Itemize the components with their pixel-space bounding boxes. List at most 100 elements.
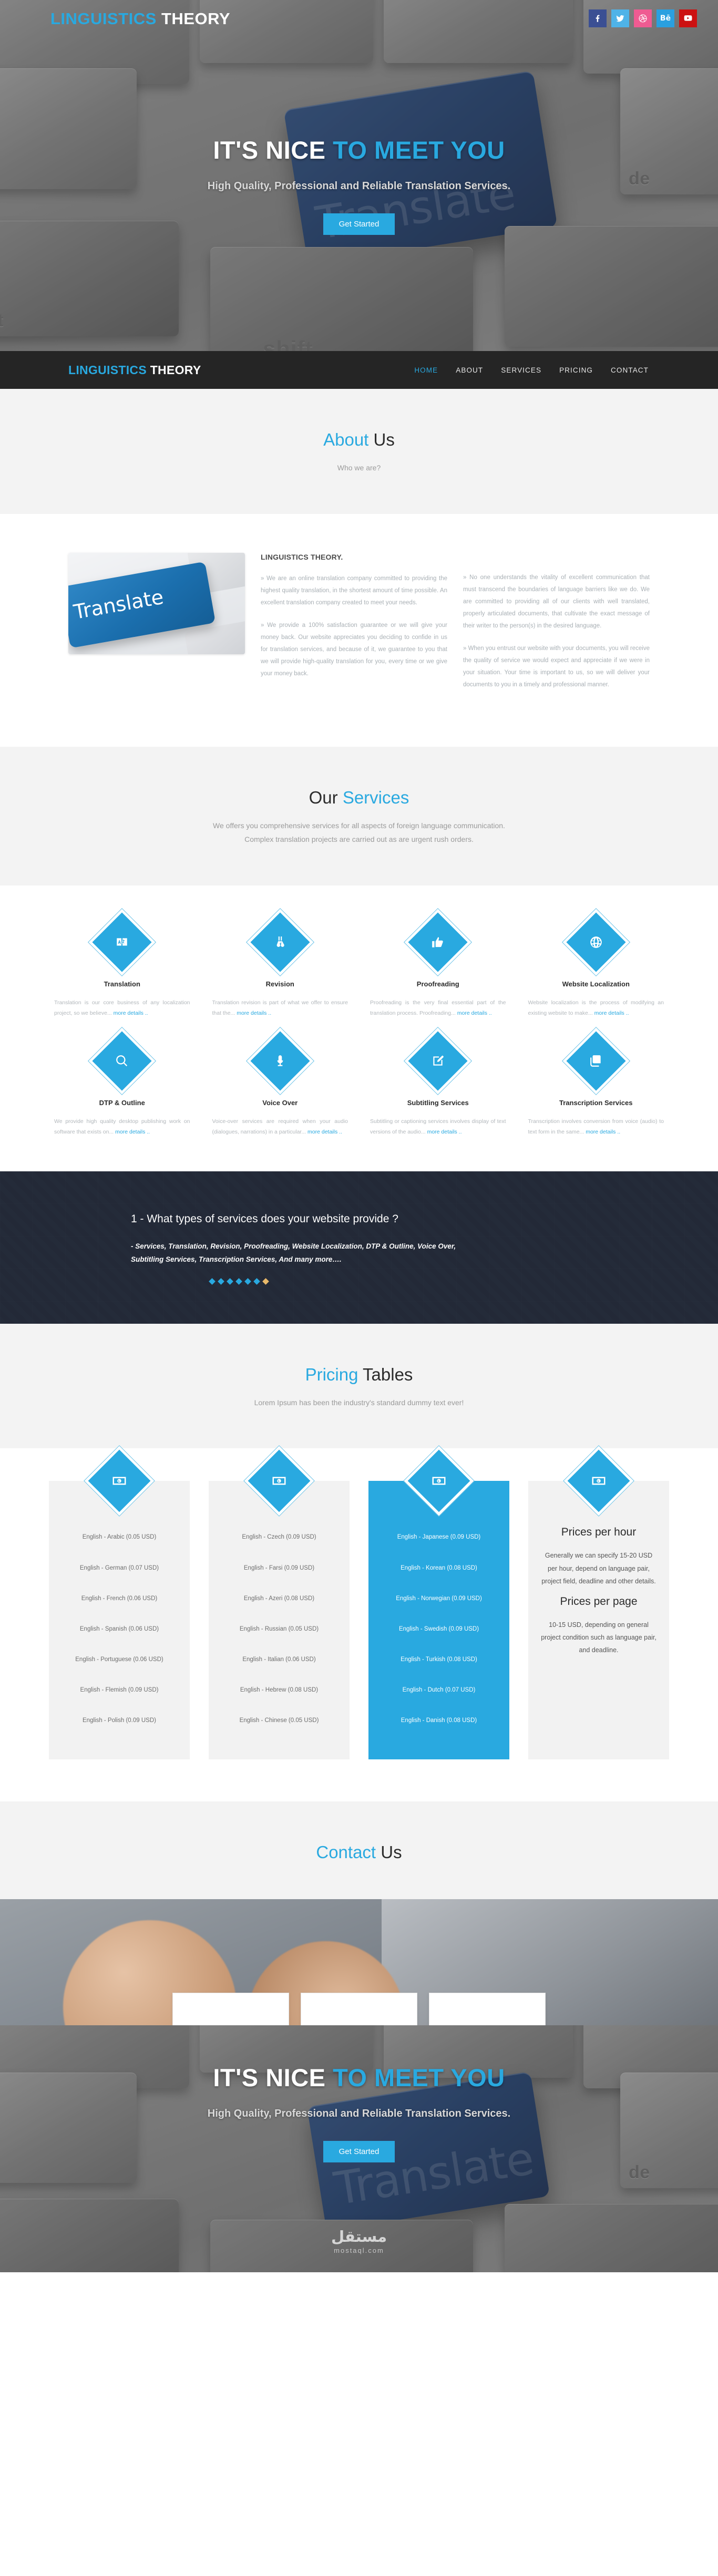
price-row: English - Farsi (0.09 USD) xyxy=(243,1564,315,1571)
service-more-link[interactable]: more details .. xyxy=(457,1010,492,1016)
nav-item-about[interactable]: ABOUT xyxy=(455,364,484,376)
price-row: English - Arabic (0.05 USD) xyxy=(82,1534,157,1541)
service-card-transcription[interactable]: Transcription Services Transcription inv… xyxy=(528,1026,664,1138)
price-row: English - Korean (0.08 USD) xyxy=(401,1564,477,1571)
search-icon xyxy=(88,1026,157,1095)
price-row: English - German (0.07 USD) xyxy=(79,1564,159,1571)
service-more-link[interactable]: more details .. xyxy=(427,1129,462,1135)
price-row: English - Spanish (0.06 USD) xyxy=(79,1625,159,1632)
nav-item-home[interactable]: HOME xyxy=(413,364,439,376)
contact-section: Contact Us xyxy=(0,1801,718,2026)
banknote-icon xyxy=(403,1445,475,1517)
service-card-dtp-outline[interactable]: DTP & Outline We provide high quality de… xyxy=(54,1026,190,1138)
contact-title-dark: Us xyxy=(381,1842,402,1862)
faq-carousel-dots xyxy=(131,1278,622,1285)
price-row: English - Norwegian (0.09 USD) xyxy=(396,1595,482,1602)
pricing-title-blue: Pricing xyxy=(305,1364,358,1384)
service-card-website-localization[interactable]: Website Localization Website localizatio… xyxy=(528,908,664,1019)
footer-hero-title-white: IT'S NICE xyxy=(213,2064,326,2092)
carousel-dot[interactable] xyxy=(253,1278,260,1285)
about-paragraph-3: » No one understands the vitality of exc… xyxy=(463,574,650,629)
services-title-dark: Our xyxy=(309,787,338,807)
price-row: English - Danish (0.08 USD) xyxy=(401,1717,477,1724)
service-more-link[interactable]: more details .. xyxy=(586,1129,620,1135)
get-started-button[interactable]: Get Started xyxy=(323,213,395,235)
price-row: English - Azeri (0.08 USD) xyxy=(243,1595,315,1602)
service-card-revision[interactable]: Revision Translation revision is part of… xyxy=(212,908,348,1019)
carousel-dot[interactable] xyxy=(235,1278,242,1285)
service-card-translation[interactable]: Translation Translation is our core busi… xyxy=(54,908,190,1019)
service-card-voice-over[interactable]: Voice Over Voice-over services are requi… xyxy=(212,1026,348,1138)
service-title: Voice Over xyxy=(262,1098,298,1107)
contact-title: Contact Us xyxy=(0,1842,718,1862)
hero-title-white: IT'S NICE xyxy=(213,136,326,164)
pricing-content: English - Arabic (0.05 USD) English - Ge… xyxy=(0,1445,718,1802)
hero-logo[interactable]: LINGUISTICS THEORY xyxy=(50,9,230,28)
banknote-icon xyxy=(84,1445,155,1517)
contact-info-cards xyxy=(172,1993,546,2026)
contact-card[interactable] xyxy=(301,1993,417,2026)
footer-hero-subtitle: High Quality, Professional and Reliable … xyxy=(207,2108,511,2120)
prices-per-hour-text: Generally we can specify 15-20 USD per h… xyxy=(541,1552,656,1585)
nav-item-pricing[interactable]: PRICING xyxy=(558,364,594,376)
about-paragraph-2: » We provide a 100% satisfaction guarant… xyxy=(261,622,447,677)
main-navbar: LINGUISTICS THEORY HOME ABOUT SERVICES P… xyxy=(0,351,718,389)
faq-section: 1 - What types of services does your web… xyxy=(0,1171,718,1324)
footer-hero-content: IT'S NICE TO MEET YOU High Quality, Prof… xyxy=(0,2063,718,2163)
carousel-dot[interactable] xyxy=(227,1278,233,1285)
pricing-title: Pricing Tables xyxy=(0,1365,718,1385)
services-grid: Translation Translation is our core busi… xyxy=(54,908,664,1138)
contact-card[interactable] xyxy=(172,1993,289,2026)
hero-section: ? de alt shift LINGUISTICS THEORY Bē xyxy=(0,0,718,351)
twitter-icon[interactable] xyxy=(611,9,629,27)
youtube-icon[interactable] xyxy=(679,9,697,27)
price-row: English - Hebrew (0.08 USD) xyxy=(240,1686,319,1693)
contact-card[interactable] xyxy=(429,1993,546,2026)
footer-get-started-button[interactable]: Get Started xyxy=(323,2141,395,2163)
service-title: DTP & Outline xyxy=(99,1098,145,1107)
contact-title-blue: Contact xyxy=(316,1842,376,1862)
faq-question: 1 - What types of services does your web… xyxy=(131,1212,398,1225)
service-more-link[interactable]: more details .. xyxy=(114,1010,148,1016)
pricing-info-column: Prices per hour Generally we can specify… xyxy=(528,1445,669,1760)
services-content: Translation Translation is our core busi… xyxy=(0,885,718,1171)
about-title: About Us xyxy=(0,430,718,450)
price-row: English - Dutch (0.07 USD) xyxy=(402,1686,476,1693)
service-more-link[interactable]: more details .. xyxy=(307,1129,342,1135)
binoculars-icon xyxy=(245,908,314,976)
nav-item-contact[interactable]: CONTACT xyxy=(610,364,650,376)
price-row: English - Portuguese (0.06 USD) xyxy=(75,1656,163,1663)
price-row: English - Italian (0.06 USD) xyxy=(242,1656,316,1663)
about-column-left: LINGUISTICS THEORY. » We are an online t… xyxy=(261,553,447,702)
service-more-link[interactable]: more details .. xyxy=(237,1010,271,1016)
carousel-dot[interactable] xyxy=(218,1278,224,1285)
price-row: English - Swedish (0.09 USD) xyxy=(398,1625,479,1632)
prices-per-page-heading: Prices per page xyxy=(560,1595,638,1608)
service-more-link[interactable]: more details .. xyxy=(115,1129,150,1135)
service-card-proofreading[interactable]: Proofreading Proofreading is the very fi… xyxy=(370,908,506,1019)
carousel-dot[interactable] xyxy=(209,1278,216,1285)
banknote-icon xyxy=(563,1445,634,1517)
hero-title: IT'S NICE TO MEET YOU xyxy=(0,136,718,164)
dribbble-icon[interactable] xyxy=(634,9,652,27)
behance-glyph: Bē xyxy=(660,14,671,23)
about-title-blue: About xyxy=(323,430,369,449)
service-card-subtitling[interactable]: Subtitling Services Subtitling or captio… xyxy=(370,1026,506,1138)
prices-per-hour-heading: Prices per hour xyxy=(561,1526,637,1539)
hero-content: IT'S NICE TO MEET YOU High Quality, Prof… xyxy=(0,136,718,235)
book-translate-icon xyxy=(88,908,157,976)
navbar-logo-part1: LINGUISTICS xyxy=(68,363,147,377)
navbar-logo[interactable]: LINGUISTICS THEORY xyxy=(68,363,201,377)
pricing-subtitle: Lorem Ipsum has been the industry's stan… xyxy=(254,1398,464,1407)
carousel-dot-active[interactable] xyxy=(262,1278,269,1285)
thumbs-up-icon xyxy=(404,908,473,976)
price-row: English - Czech (0.09 USD) xyxy=(242,1534,316,1541)
facebook-icon[interactable] xyxy=(589,9,607,27)
behance-icon[interactable]: Bē xyxy=(657,9,674,27)
nav-item-services[interactable]: SERVICES xyxy=(500,364,542,376)
hero-logo-part1: LINGUISTICS xyxy=(50,9,157,28)
service-more-link[interactable]: more details .. xyxy=(594,1010,629,1016)
price-row: English - Turkish (0.08 USD) xyxy=(401,1656,477,1663)
price-row: English - Japanese (0.09 USD) xyxy=(397,1534,481,1541)
carousel-dot[interactable] xyxy=(244,1278,251,1285)
